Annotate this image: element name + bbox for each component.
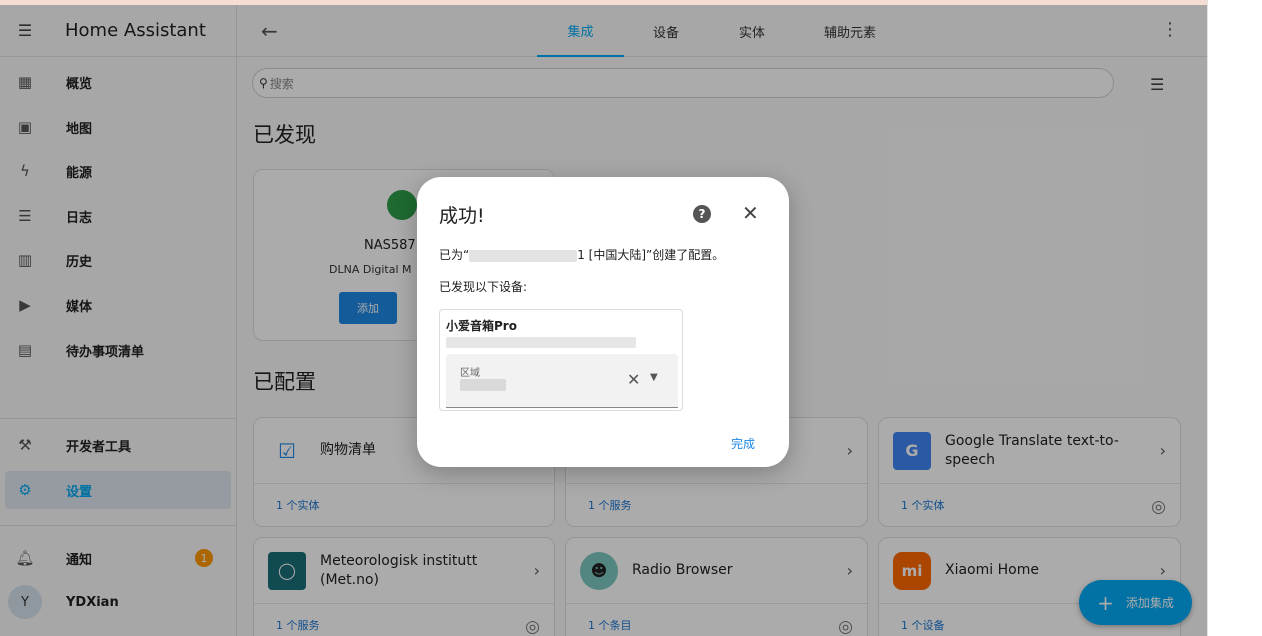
created-prefix: 已为“ (439, 248, 470, 262)
clear-icon[interactable]: ✕ (627, 370, 640, 389)
device-entry: 小爱音箱Pro 区域 ✕ ▼ (439, 309, 683, 411)
success-dialog: 成功! ? ✕ 已为“ 1 [中国大陆]”创建了配置。 已发现以下设备: 小爱音箱… (417, 177, 789, 467)
redacted-account (469, 249, 578, 262)
config-created-text: 已为“ 1 [中国大陆]”创建了配置。 (439, 246, 724, 263)
dialog-title: 成功! (439, 205, 485, 227)
done-button[interactable]: 完成 (731, 435, 755, 452)
help-icon[interactable]: ? (693, 205, 711, 223)
created-suffix: 1 [中国大陆]”创建了配置。 (577, 248, 725, 262)
close-icon[interactable]: ✕ (742, 201, 759, 225)
chevron-down-icon[interactable]: ▼ (650, 372, 658, 383)
found-devices-text: 已发现以下设备: (439, 280, 528, 294)
area-select[interactable]: 区域 ✕ ▼ (446, 354, 678, 408)
device-name: 小爱音箱Pro (446, 319, 517, 333)
redacted-device-info (446, 337, 636, 348)
redacted-area-value (460, 379, 506, 391)
area-label: 区域 (460, 368, 480, 379)
right-margin (1207, 0, 1262, 636)
